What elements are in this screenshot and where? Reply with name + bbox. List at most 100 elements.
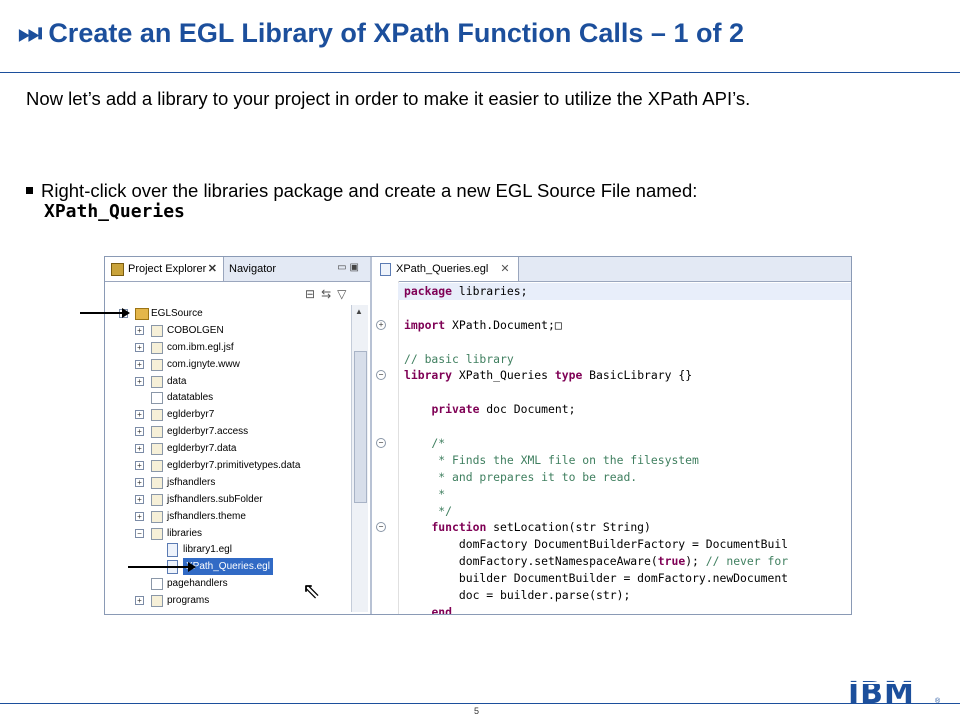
package-icon <box>151 476 163 489</box>
registered-mark: ® <box>935 698 941 705</box>
code-line[interactable]: end <box>404 604 851 614</box>
expand-icon[interactable]: + <box>135 359 144 369</box>
explorer-scrollbar[interactable]: ▲ <box>351 305 368 612</box>
title-divider <box>0 72 960 73</box>
package-icon <box>151 510 163 523</box>
tree-item-eglderbyr7[interactable]: + eglderbyr7 <box>105 406 353 423</box>
expand-icon[interactable]: + <box>135 410 144 420</box>
expand-icon[interactable]: + <box>135 477 144 487</box>
tree-item-label: eglderbyr7 <box>167 409 215 421</box>
slide-title: ⏭ Create an EGL Library of XPath Function… <box>18 18 918 50</box>
tree-item-label: jsfhandlers.theme <box>167 510 246 522</box>
tree-item-datatables[interactable]: datatables <box>105 389 353 406</box>
close-icon[interactable]: ✕ <box>208 257 217 281</box>
tab-project-explorer-label: Project Explorer <box>128 263 207 275</box>
tree-item-label: datatables <box>167 392 214 404</box>
code-line[interactable]: builder DocumentBuilder = domFactory.new… <box>404 570 851 587</box>
expand-icon[interactable]: + <box>135 427 144 437</box>
package-icon <box>151 358 163 371</box>
expand-icon[interactable]: + <box>135 376 144 386</box>
code-line[interactable]: library XPath_Queries type BasicLibrary … <box>376 367 851 384</box>
code-line[interactable]: // basic library <box>404 351 851 368</box>
collapse-icon[interactable]: − <box>135 528 144 538</box>
page-number: 5 <box>474 706 480 716</box>
tab-navigator[interactable]: Navigator <box>229 257 276 281</box>
code-line[interactable] <box>404 334 851 351</box>
tab-xpath-queries[interactable]: XPath_Queries.egl ✕ <box>374 257 519 281</box>
package-icon <box>151 527 163 540</box>
package-icon <box>151 493 163 506</box>
code-line[interactable] <box>404 384 851 401</box>
tree-item-label: XPath_Queries.egl <box>183 558 273 576</box>
tree-item-label: eglderbyr7.access <box>167 426 249 438</box>
expand-icon[interactable]: + <box>135 444 144 454</box>
package-icon <box>151 375 163 388</box>
package-icon <box>151 324 163 337</box>
expand-icon[interactable]: + <box>135 325 144 335</box>
close-icon[interactable]: ✕ <box>500 263 509 275</box>
tree-item-library1-egl[interactable]: library1.egl <box>105 541 353 558</box>
tree-item-com-ibm-egl-jsf[interactable]: + com.ibm.egl.jsf <box>105 339 353 356</box>
code-line[interactable]: */ <box>404 503 851 520</box>
code-line[interactable]: function setLocation(str String) − <box>376 519 851 536</box>
code-line[interactable]: domFactory.setNamespaceAware(true); // n… <box>404 553 851 570</box>
tree-item-eglderbyr7-data[interactable]: + eglderbyr7.data <box>105 440 353 457</box>
explorer-tabbar: Project Explorer ✕ Navigator ▭▣ <box>105 257 370 282</box>
tree-item-libraries[interactable]: − libraries <box>105 525 353 542</box>
intro-paragraph: Now let’s add a library to your project … <box>26 88 751 109</box>
tree-item-label: EGLSource <box>151 308 203 319</box>
link-editor-icon[interactable]: ⇆ <box>321 287 337 301</box>
code-line[interactable]: * and prepares it to be read. <box>404 469 851 486</box>
view-menu-icon[interactable]: ▽ <box>337 287 352 301</box>
code-area[interactable]: package libraries; import XPath.Document;… <box>376 283 851 614</box>
tree-item-eglderbyr7-access[interactable]: + eglderbyr7.access <box>105 423 353 440</box>
code-line[interactable]: * Finds the XML file on the filesystem <box>404 452 851 469</box>
file-icon <box>167 543 178 558</box>
tree-item-label: data <box>167 375 187 387</box>
minimize-maximize-icon[interactable]: ▭▣ <box>337 262 362 273</box>
tab-project-explorer[interactable]: Project Explorer ✕ <box>105 257 224 281</box>
fold-collapse-icon[interactable]: − <box>376 438 386 449</box>
package-icon <box>151 595 163 608</box>
tree-item-label: jsfhandlers <box>167 476 216 488</box>
tree-item-jsfhandlers[interactable]: + jsfhandlers <box>105 474 353 491</box>
tree-item-com-ignyte-www[interactable]: + com.ignyte.www <box>105 356 353 373</box>
expand-icon[interactable]: + <box>135 494 144 504</box>
editor-tabbar: XPath_Queries.egl ✕ <box>374 257 851 282</box>
tree-item-eglsource[interactable]: −EGLSource <box>105 305 353 322</box>
scroll-thumb[interactable] <box>354 351 367 503</box>
tree-item-label: eglderbyr7.data <box>167 443 237 455</box>
code-line[interactable]: /* − <box>376 435 851 452</box>
expand-icon[interactable]: + <box>135 596 144 606</box>
tree-item-jsfhandlers-theme[interactable]: + jsfhandlers.theme <box>105 508 353 525</box>
tree-item-label: library1.egl <box>183 544 232 556</box>
code-line[interactable]: * <box>404 486 851 503</box>
scroll-up-icon[interactable]: ▲ <box>355 307 363 316</box>
editor-tab-label: XPath_Queries.egl <box>396 263 489 275</box>
tree-item-label: libraries <box>167 527 203 539</box>
tree-item-jsfhandlers-subfolder[interactable]: + jsfhandlers.subFolder <box>105 491 353 508</box>
code-line[interactable]: private doc Document; <box>404 401 851 418</box>
arrow-to-eglsource <box>80 308 130 318</box>
footer-divider <box>0 703 960 704</box>
expand-icon[interactable]: + <box>135 511 144 521</box>
code-line[interactable]: domFactory DocumentBuilderFactory = Docu… <box>404 536 851 553</box>
ibm-logo: IBM <box>848 676 915 711</box>
code-line[interactable]: doc = builder.parse(str); <box>404 587 851 604</box>
bullet-text: Right-click over the libraries package a… <box>41 180 698 201</box>
code-line[interactable] <box>404 300 851 317</box>
tree-item-cobolgen[interactable]: + COBOLGEN <box>105 322 353 339</box>
fast-forward-icon: ⏭ <box>18 18 43 48</box>
code-line[interactable] <box>404 418 851 435</box>
fold-expand-icon[interactable]: + <box>376 319 386 330</box>
collapse-all-icon[interactable]: ⊟ <box>305 287 321 301</box>
tree-item-eglderbyr7-primitivetypes-data[interactable]: + eglderbyr7.primitivetypes.data <box>105 457 353 474</box>
code-line[interactable]: import XPath.Document;□ + <box>376 317 851 334</box>
tree-item-data[interactable]: + data <box>105 373 353 390</box>
package-icon <box>151 443 163 456</box>
expand-icon[interactable]: + <box>135 461 144 471</box>
tree-item-label: pagehandlers <box>167 578 228 590</box>
code-line[interactable]: package libraries; <box>398 283 851 300</box>
editor-gutter <box>374 281 399 614</box>
expand-icon[interactable]: + <box>135 342 144 352</box>
